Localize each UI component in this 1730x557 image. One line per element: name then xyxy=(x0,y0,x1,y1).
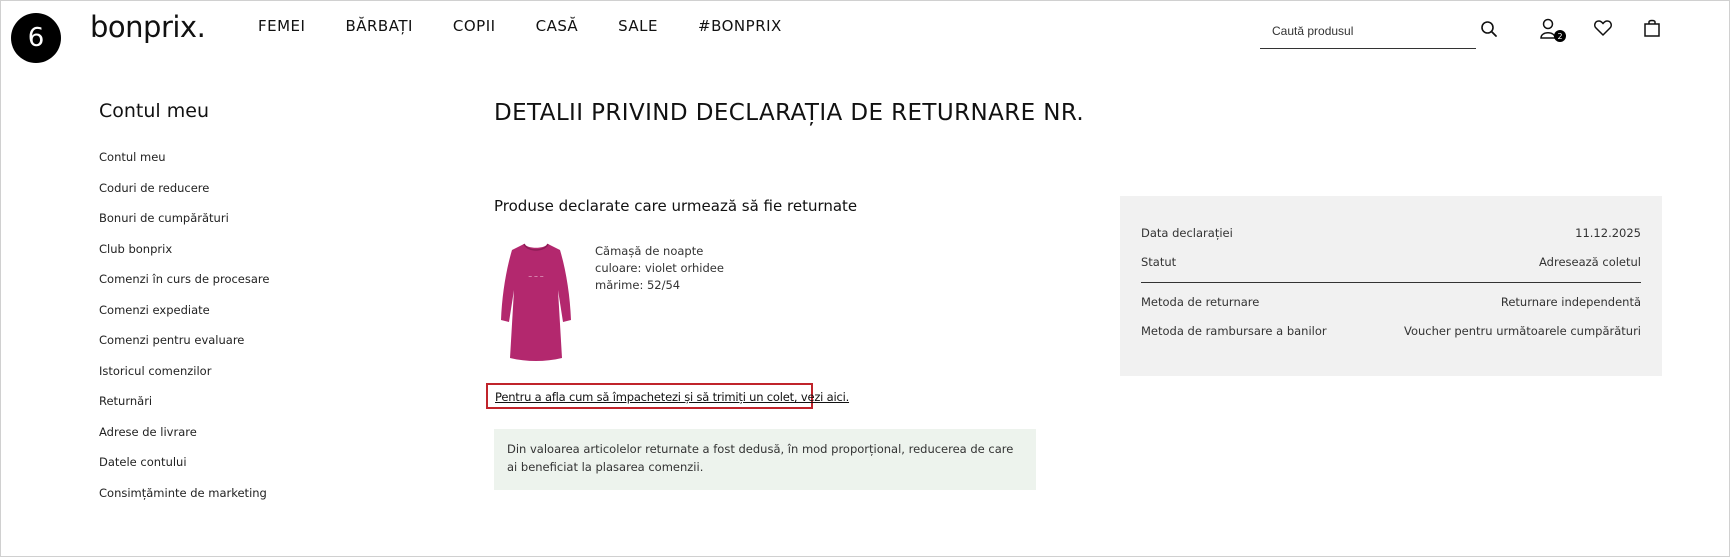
wishlist-icon[interactable] xyxy=(1593,18,1617,42)
sidebar-item-adrese[interactable]: Adrese de livrare xyxy=(99,425,269,456)
nav-femei[interactable]: FEMEI xyxy=(258,17,305,35)
sidebar-item-datele-contului[interactable]: Datele contului xyxy=(99,455,269,486)
bonprix-logo[interactable]: bonprix. xyxy=(90,10,206,44)
summary-value: 11.12.2025 xyxy=(1575,225,1641,240)
product-info: Cămașă de noapte culoare: violet orhidee… xyxy=(595,243,724,294)
summary-label: Statut xyxy=(1141,254,1177,269)
product-color: culoare: violet orhidee xyxy=(595,261,724,275)
search-icon[interactable] xyxy=(1480,20,1498,43)
sidebar-menu: Contul meu Coduri de reducere Bonuri de … xyxy=(99,150,269,516)
product-image[interactable]: ~ ~ ~ xyxy=(500,240,572,362)
sidebar-item-consimtaminte[interactable]: Consimțăminte de marketing xyxy=(99,486,269,517)
packing-help-highlight: Pentru a afla cum să împachetezi și să t… xyxy=(486,383,849,409)
sidebar-item-contul-meu[interactable]: Contul meu xyxy=(99,150,269,181)
svg-text:~ ~ ~: ~ ~ ~ xyxy=(528,274,544,280)
product-name: Cămașă de noapte xyxy=(595,244,704,258)
sidebar-item-coduri-reducere[interactable]: Coduri de reducere xyxy=(99,181,269,212)
nav-casa[interactable]: CASĂ xyxy=(536,17,579,35)
sidebar-item-comenzi-expediate[interactable]: Comenzi expediate xyxy=(99,303,269,334)
sidebar-title: Contul meu xyxy=(99,100,209,122)
return-summary-card: Data declarației 11.12.2025 Statut Adres… xyxy=(1120,196,1662,376)
step-badge: 6 xyxy=(11,13,61,63)
summary-row-return-method: Metoda de returnare Returnare independen… xyxy=(1141,287,1641,316)
summary-label: Data declarației xyxy=(1141,225,1233,240)
sidebar-item-comenzi-evaluare[interactable]: Comenzi pentru evaluare xyxy=(99,333,269,364)
summary-label: Metoda de returnare xyxy=(1141,294,1260,309)
nav-barbati[interactable]: BĂRBAȚI xyxy=(345,17,412,35)
shopping-bag-icon[interactable] xyxy=(1643,18,1667,42)
sidebar-item-returnari[interactable]: Returnări xyxy=(99,394,269,425)
summary-divider xyxy=(1141,282,1641,283)
nav-bonprix[interactable]: #BONPRIX xyxy=(698,17,782,35)
nav-sale[interactable]: SALE xyxy=(618,17,658,35)
nav-copii[interactable]: COPII xyxy=(453,17,496,35)
sidebar-item-bonuri[interactable]: Bonuri de cumpărături xyxy=(99,211,269,242)
main-nav: FEMEI BĂRBAȚI COPII CASĂ SALE #BONPRIX xyxy=(258,17,822,35)
sidebar-item-istoric[interactable]: Istoricul comenzilor xyxy=(99,364,269,395)
sidebar-item-club[interactable]: Club bonprix xyxy=(99,242,269,273)
packing-help-link[interactable]: Pentru a afla cum să împachetezi și să t… xyxy=(495,390,849,404)
summary-row-status: Statut Adresează coletul xyxy=(1141,247,1641,276)
search-input[interactable] xyxy=(1260,16,1440,46)
summary-value: Adresează coletul xyxy=(1539,254,1641,269)
product-size: mărime: 52/54 xyxy=(595,278,681,292)
page-title: DETALII PRIVIND DECLARAȚIA DE RETURNARE … xyxy=(494,100,1085,126)
summary-row-date: Data declarației 11.12.2025 xyxy=(1141,218,1641,247)
sidebar-item-comenzi-procesare[interactable]: Comenzi în curs de procesare xyxy=(99,272,269,303)
section-title: Produse declarate care urmează să fie re… xyxy=(494,197,858,215)
summary-row-refund-method: Metoda de rambursare a banilor Voucher p… xyxy=(1141,316,1641,345)
summary-value: Returnare independentă xyxy=(1500,294,1641,309)
account-icon[interactable]: 2 xyxy=(1539,18,1566,42)
search-box xyxy=(1260,16,1497,49)
summary-value: Voucher pentru următoarele cumpărături xyxy=(1403,323,1641,338)
summary-label: Metoda de rambursare a banilor xyxy=(1141,323,1327,338)
discount-notice: Din valoarea articolelor returnate a fos… xyxy=(494,429,1036,490)
account-badge: 2 xyxy=(1554,30,1566,42)
